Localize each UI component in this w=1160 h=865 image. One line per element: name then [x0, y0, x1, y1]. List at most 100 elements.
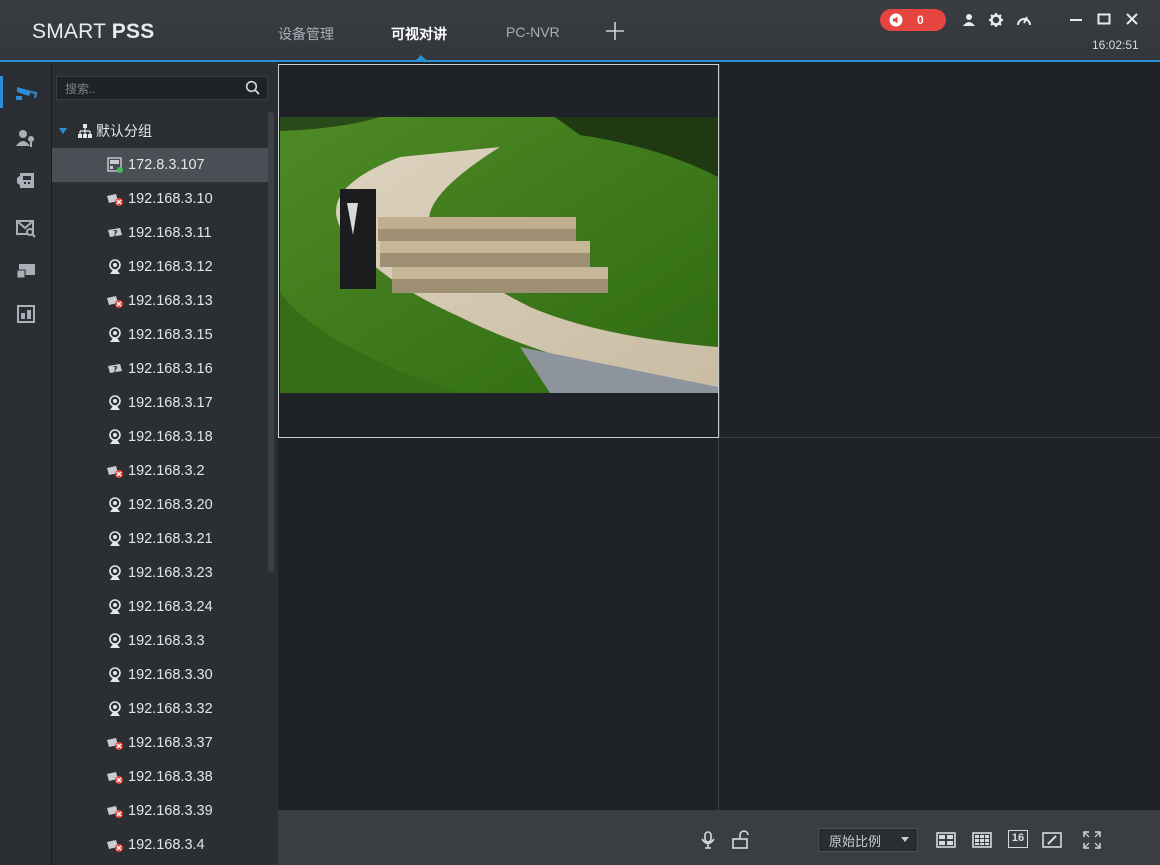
device-row[interactable]: 192.168.3.3: [52, 624, 268, 658]
camera-offline-icon: [106, 735, 124, 751]
camera-offline-icon: [106, 293, 124, 309]
device-row[interactable]: 192.168.3.38: [52, 760, 268, 794]
report-icon: [17, 305, 35, 323]
device-label: 192.168.3.12: [128, 259, 213, 275]
search-box: [56, 76, 268, 100]
rail-item-message-search[interactable]: [0, 208, 52, 248]
device-row[interactable]: 172.8.3.107: [52, 148, 268, 182]
app-brand: SMART PSS: [32, 20, 154, 44]
video-grid: [278, 62, 1160, 810]
device-tree-panel: 默认分组 172.8.3.107 192.168.3.10? 192.168.3.1…: [52, 62, 278, 865]
device-row[interactable]: 192.168.3.13: [52, 284, 268, 318]
gauge-icon[interactable]: [1016, 12, 1032, 28]
search-input[interactable]: [63, 79, 237, 99]
webcam-icon: [106, 633, 124, 649]
title-bar: SMART PSS 设备管理 可视对讲 PC-NVR 0 16:02:51: [0, 0, 1160, 62]
device-row[interactable]: 192.168.3.32: [52, 692, 268, 726]
icon-rail: [0, 62, 52, 865]
svg-text:?: ?: [113, 365, 118, 374]
rail-item-report[interactable]: [0, 294, 52, 334]
device-row[interactable]: 192.168.3.21: [52, 522, 268, 556]
tree-scrollbar[interactable]: [268, 112, 274, 572]
layout-9-icon[interactable]: [972, 830, 992, 850]
video-pane-2[interactable]: [719, 64, 1160, 438]
active-tab-marker: [416, 55, 426, 60]
device-label: 192.168.3.4: [128, 837, 205, 853]
device-row[interactable]: 192.168.3.30: [52, 658, 268, 692]
door-station-icon: [17, 173, 34, 188]
search-icon[interactable]: [245, 80, 261, 96]
device-row[interactable]: 192.168.3.2: [52, 454, 268, 488]
device-row[interactable]: 192.168.3.17: [52, 386, 268, 420]
device-label: 192.168.3.17: [128, 395, 213, 411]
device-row[interactable]: ? 192.168.3.11: [52, 216, 268, 250]
gear-icon[interactable]: [988, 12, 1004, 28]
device-row[interactable]: ? 192.168.3.16: [52, 352, 268, 386]
tab-pc-nvr[interactable]: PC-NVR: [506, 24, 560, 40]
fullscreen-icon[interactable]: [1082, 830, 1102, 850]
alarm-counter-button[interactable]: 0: [880, 9, 946, 31]
unlock-icon[interactable]: [730, 830, 750, 850]
speaker-icon: [889, 13, 903, 27]
add-tab-icon[interactable]: [604, 20, 626, 42]
device-row[interactable]: 192.168.3.4: [52, 828, 268, 862]
device-row[interactable]: 192.168.3.15: [52, 318, 268, 352]
device-row[interactable]: 192.168.3.12: [52, 250, 268, 284]
clock: 16:02:51: [1092, 38, 1139, 52]
tab-video-intercom[interactable]: 可视对讲: [391, 24, 447, 44]
alarm-count: 0: [917, 13, 924, 27]
camera-unknown-icon: ?: [106, 225, 124, 241]
device-label: 192.168.3.18: [128, 429, 213, 445]
user-icon[interactable]: [961, 12, 977, 28]
org-tree-icon: [78, 124, 92, 138]
brand-bold: PSS: [111, 20, 155, 43]
rail-item-contacts[interactable]: [0, 118, 52, 158]
layout-4-icon[interactable]: [936, 830, 956, 850]
device-row[interactable]: 192.168.3.37: [52, 726, 268, 760]
device-label: 192.168.3.37: [128, 735, 213, 751]
edit-layout-icon[interactable]: [1042, 830, 1062, 850]
device-list: 172.8.3.107 192.168.3.10? 192.168.3.11 192.…: [52, 148, 268, 862]
minimize-icon[interactable]: [1068, 11, 1084, 27]
microphone-icon[interactable]: [698, 830, 718, 850]
aspect-ratio-label: 原始比例: [829, 833, 882, 849]
device-label: 192.168.3.3: [128, 633, 205, 649]
device-label: 192.168.3.39: [128, 803, 213, 819]
device-row[interactable]: 192.168.3.23: [52, 556, 268, 590]
device-label: 192.168.3.30: [128, 667, 213, 683]
maximize-icon[interactable]: [1096, 11, 1112, 27]
device-label: 172.8.3.107: [128, 157, 205, 173]
card-icon: [16, 264, 35, 279]
camera-offline-icon: [106, 191, 124, 207]
device-row[interactable]: 192.168.3.24: [52, 590, 268, 624]
message-search-icon: [16, 220, 36, 238]
bottom-toolbar: 原始比例 16: [278, 810, 1160, 865]
rail-item-card[interactable]: [0, 250, 52, 290]
camera-offline-icon: [106, 803, 124, 819]
device-label: 192.168.3.32: [128, 701, 213, 717]
device-label: 192.168.3.13: [128, 293, 213, 309]
close-icon[interactable]: [1124, 11, 1140, 27]
layout-16-icon[interactable]: 16: [1008, 830, 1028, 848]
video-pane-3[interactable]: [278, 438, 719, 810]
dropdown-arrow-icon: [901, 837, 909, 842]
device-row[interactable]: 192.168.3.18: [52, 420, 268, 454]
video-pane-1[interactable]: [278, 64, 719, 438]
tree-group-default[interactable]: 默认分组: [52, 118, 268, 144]
nvr-online-icon: [106, 157, 124, 173]
video-pane-4[interactable]: [719, 438, 1160, 810]
device-label: 192.168.3.16: [128, 361, 213, 377]
svg-text:?: ?: [113, 229, 118, 238]
aspect-ratio-select[interactable]: 原始比例: [818, 828, 918, 852]
device-row[interactable]: 192.168.3.39: [52, 794, 268, 828]
device-row[interactable]: 192.168.3.20: [52, 488, 268, 522]
camera-offline-icon: [106, 769, 124, 785]
tab-device-management[interactable]: 设备管理: [278, 24, 334, 44]
rail-item-door-station[interactable]: [0, 160, 52, 200]
caret-down-icon[interactable]: [58, 126, 68, 136]
rail-item-camera[interactable]: [0, 72, 52, 112]
device-row[interactable]: 192.168.3.10: [52, 182, 268, 216]
camera-unknown-icon: ?: [106, 361, 124, 377]
camera-icon: [16, 87, 38, 100]
live-video-feed: [280, 117, 718, 393]
